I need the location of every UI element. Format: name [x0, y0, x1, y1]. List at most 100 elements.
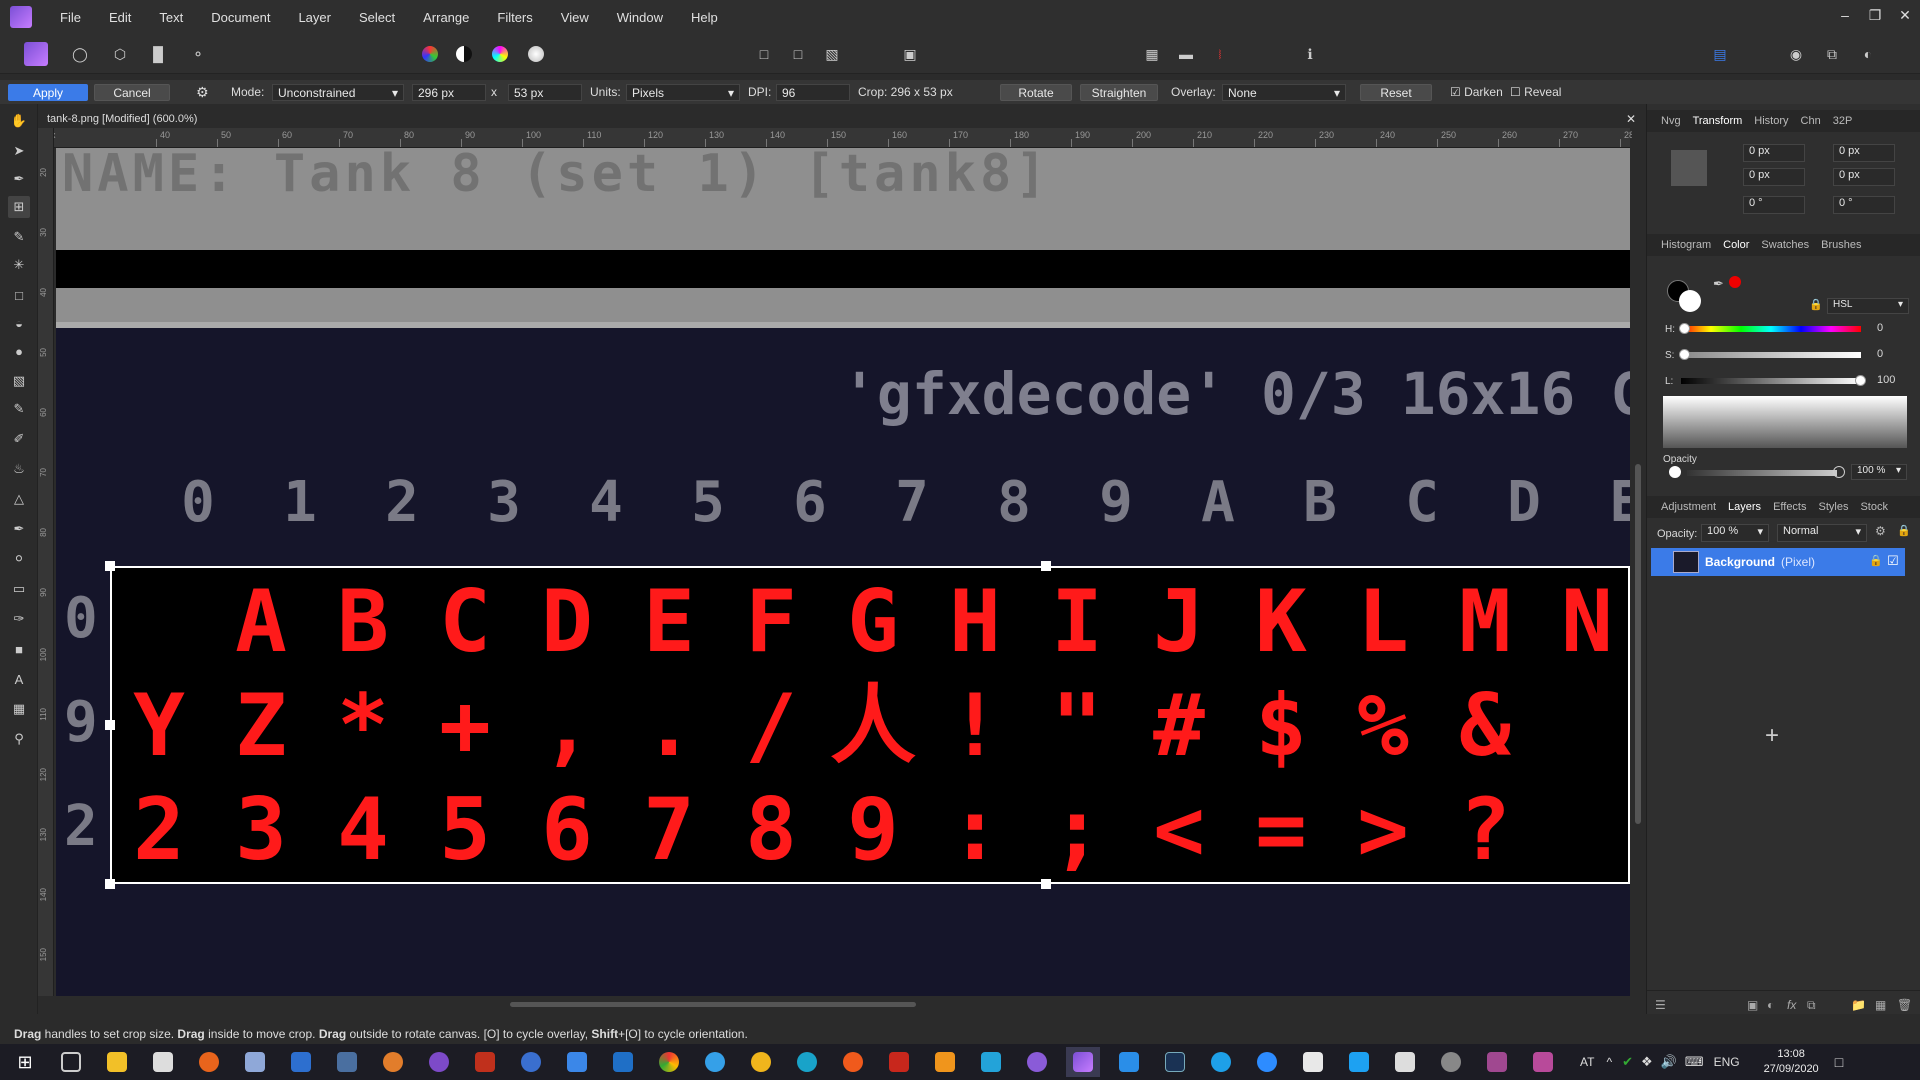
auto-white-balance-icon[interactable]: [524, 42, 548, 66]
align-icon[interactable]: ▤: [1708, 42, 1732, 66]
blend-mode-dropdown[interactable]: Normal ▾: [1777, 524, 1867, 542]
crop-handle-middle-left[interactable]: [105, 720, 115, 730]
zoom-icon[interactable]: [1250, 1047, 1284, 1077]
layer-visibility-checkbox-icon[interactable]: ☑: [1887, 553, 1899, 569]
reveal-checkbox[interactable]: ☐ Reveal: [1510, 84, 1561, 101]
lightroom-icon[interactable]: [1158, 1047, 1192, 1077]
cancel-button[interactable]: Cancel: [94, 84, 170, 101]
rectangle-tool-icon[interactable]: ■: [8, 638, 30, 660]
reset-button[interactable]: Reset: [1360, 84, 1432, 101]
windows-start-icon[interactable]: ⊞: [8, 1047, 42, 1077]
chrome-icon[interactable]: [652, 1047, 686, 1077]
crop-handle-top-left[interactable]: [105, 561, 115, 571]
pen-tool-icon[interactable]: ✑: [8, 608, 30, 630]
close-window-icon[interactable]: ✕: [1890, 0, 1920, 30]
color-picker-tool-icon[interactable]: ✒: [8, 168, 30, 190]
live-filter-icon[interactable]: ⧉: [1807, 998, 1816, 1013]
gear-icon[interactable]: ⚙: [196, 84, 214, 101]
snipping-tool-icon[interactable]: [146, 1047, 180, 1077]
crop-height-field[interactable]: 53 px: [508, 84, 582, 101]
add-mask-icon[interactable]: ▣: [1747, 998, 1758, 1012]
outlook-icon[interactable]: [606, 1047, 640, 1077]
calendar-icon[interactable]: [284, 1047, 318, 1077]
quick-mask-icon[interactable]: ▣: [898, 42, 922, 66]
app-doc-icon[interactable]: [1388, 1047, 1422, 1077]
minimize-icon[interactable]: –: [1830, 0, 1860, 30]
notifications-icon[interactable]: □: [1835, 1054, 1843, 1070]
export-persona-icon[interactable]: ⚬: [186, 42, 210, 66]
s-value[interactable]: 0: [1877, 348, 1883, 360]
horizontal-scroll-thumb[interactable]: [510, 1002, 916, 1007]
document-tab[interactable]: tank-8.png [Modified] (600.0%) ✕: [38, 110, 1646, 128]
delete-layer-icon[interactable]: 🗑: [1897, 998, 1912, 1012]
crop-handle-bottom-left[interactable]: [105, 879, 115, 889]
opacity-field[interactable]: 100 % ▾: [1851, 464, 1907, 480]
vscode-icon[interactable]: [974, 1047, 1008, 1077]
close-document-icon[interactable]: ✕: [1626, 112, 1636, 126]
input-language-short[interactable]: AT: [1580, 1055, 1594, 1069]
app-info-icon[interactable]: [514, 1047, 548, 1077]
restore-icon[interactable]: ❐: [1860, 0, 1890, 30]
slack-icon[interactable]: [1296, 1047, 1330, 1077]
overlay-dropdown[interactable]: None ▾: [1222, 84, 1346, 101]
l-value[interactable]: 100: [1877, 374, 1895, 386]
tab-navigator[interactable]: Nvg: [1661, 115, 1681, 127]
lock-icon[interactable]: 🔒: [1809, 298, 1823, 311]
task-view-icon[interactable]: [54, 1047, 88, 1077]
crop-tool-icon[interactable]: ⊞: [8, 196, 30, 218]
color-model-dropdown[interactable]: HSL ▾: [1827, 298, 1909, 314]
affinity-designer-icon[interactable]: [1112, 1047, 1146, 1077]
layers-menu-icon[interactable]: ☰: [1655, 998, 1666, 1012]
flood-fill-tool-icon[interactable]: ◒: [8, 312, 30, 334]
layer-row-background[interactable]: Background (Pixel) 🔒 ☑: [1651, 548, 1905, 576]
tab-brushes[interactable]: Brushes: [1821, 239, 1861, 251]
app-orange-icon[interactable]: [192, 1047, 226, 1077]
app-yellow-icon[interactable]: [744, 1047, 778, 1077]
transform-w-field[interactable]: 0 px: [1833, 144, 1895, 162]
auto-colors-icon[interactable]: [488, 42, 512, 66]
straighten-button[interactable]: Straighten: [1080, 84, 1158, 101]
hue-slider[interactable]: [1681, 326, 1861, 332]
selection-brush-tool-icon[interactable]: ✎: [8, 226, 30, 248]
transform-x-field[interactable]: 0 px: [1743, 144, 1805, 162]
tab-layers[interactable]: Layers: [1728, 501, 1761, 513]
layer-lock-state-icon[interactable]: 🔒: [1869, 554, 1883, 567]
h-value[interactable]: 0: [1877, 322, 1883, 334]
burn-brush-tool-icon[interactable]: ♨: [8, 458, 30, 480]
saturation-slider-knob[interactable]: [1679, 349, 1690, 360]
menu-file[interactable]: File: [46, 10, 95, 25]
clone-brush-tool-icon[interactable]: ✐: [8, 428, 30, 450]
transform-h-field[interactable]: 0 px: [1833, 168, 1895, 186]
vertical-scrollbar[interactable]: [1632, 128, 1644, 996]
transform-rotation-field[interactable]: 0 °: [1743, 196, 1805, 214]
transform-y-field[interactable]: 0 px: [1743, 168, 1805, 186]
layer-lock-icon[interactable]: 🔒: [1897, 524, 1911, 537]
tray-check-icon[interactable]: ✔: [1622, 1054, 1633, 1070]
tab-adjustment[interactable]: Adjustment: [1661, 501, 1716, 513]
rotate-button[interactable]: Rotate: [1000, 84, 1072, 101]
info-icon[interactable]: ℹ: [1298, 42, 1322, 66]
app-knife-icon[interactable]: [1434, 1047, 1468, 1077]
app-circle-icon[interactable]: [1020, 1047, 1054, 1077]
menu-filters[interactable]: Filters: [483, 10, 546, 25]
menu-help[interactable]: Help: [677, 10, 732, 25]
menu-arrange[interactable]: Arrange: [409, 10, 483, 25]
eyedropper-icon[interactable]: ✒: [1713, 276, 1724, 292]
dpi-field[interactable]: 96: [776, 84, 850, 101]
sublime-icon[interactable]: [928, 1047, 962, 1077]
app-red-icon[interactable]: [468, 1047, 502, 1077]
darken-checkbox[interactable]: ☑ Darken: [1450, 84, 1503, 101]
tab-swatches[interactable]: Swatches: [1761, 239, 1809, 251]
photo-persona-icon[interactable]: [24, 42, 48, 66]
snapping-icon[interactable]: ⧘: [1208, 42, 1232, 66]
anchor-grid-icon[interactable]: [1671, 150, 1707, 186]
add-pixel-layer-icon[interactable]: ▦: [1875, 998, 1886, 1012]
tone-mapping-persona-icon[interactable]: ▐▌: [146, 42, 170, 66]
paint-brush-tool-icon[interactable]: ▧: [8, 370, 30, 392]
internet-explorer-icon[interactable]: [698, 1047, 732, 1077]
add-adjustment-icon[interactable]: ◐: [1767, 998, 1774, 1012]
crop-handle-bottom-center[interactable]: [1041, 879, 1051, 889]
marquee-select-icon[interactable]: □: [752, 42, 776, 66]
assistant-icon[interactable]: ▬: [1174, 42, 1198, 66]
crop-width-field[interactable]: 296 px: [412, 84, 486, 101]
